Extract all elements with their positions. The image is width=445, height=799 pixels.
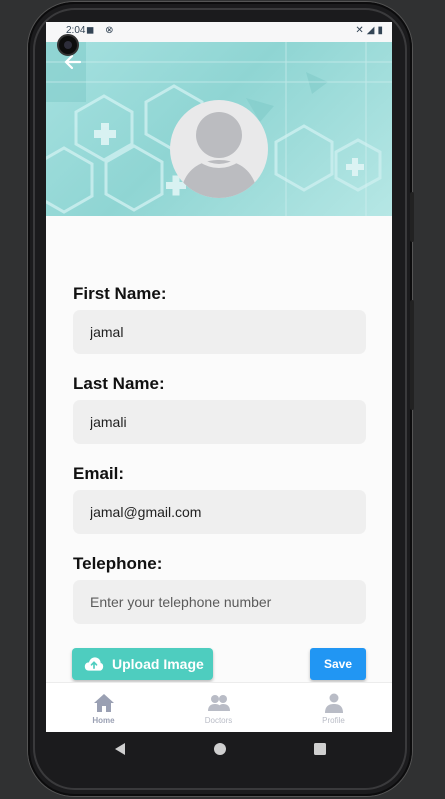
upload-image-button[interactable]: Upload Image <box>72 648 213 680</box>
email-field[interactable] <box>73 490 366 534</box>
person-icon <box>325 693 343 713</box>
recents-square-icon[interactable] <box>313 742 327 756</box>
nav-label-profile: Profile <box>322 716 345 725</box>
status-left-icons: ◼ ⊗ <box>86 25 118 36</box>
telephone-field[interactable] <box>73 580 366 624</box>
profile-form: First Name: Last Name: Email: Telephone:… <box>46 216 392 682</box>
avatar[interactable] <box>170 100 268 198</box>
telephone-label: Telephone: <box>73 554 163 573</box>
first-name-field[interactable] <box>73 310 366 354</box>
person-silhouette-icon <box>180 112 258 198</box>
last-name-label: Last Name: <box>73 374 165 393</box>
nav-label-home: Home <box>92 716 115 725</box>
last-name-field[interactable] <box>73 400 366 444</box>
back-triangle-icon[interactable] <box>113 742 127 756</box>
home-circle-icon[interactable] <box>213 742 227 756</box>
first-name-label: First Name: <box>73 284 167 303</box>
save-button[interactable]: Save <box>310 648 366 680</box>
status-bar: 2:04 ◼ ⊗ ✕◢▮ <box>46 22 392 42</box>
profile-header <box>46 42 392 216</box>
home-icon <box>94 694 114 712</box>
volume-button <box>410 192 414 242</box>
status-right-icons: ✕◢▮ <box>355 25 386 36</box>
front-camera <box>57 34 79 56</box>
app-screen: 2:04 ◼ ⊗ ✕◢▮ First Name: Last Name: Emai… <box>46 22 392 732</box>
cloud-upload-icon <box>84 657 104 671</box>
bottom-navigation: Home Doctors Profile <box>46 682 392 732</box>
upload-image-label: Upload Image <box>112 656 204 672</box>
nav-item-profile[interactable]: Profile <box>276 683 391 732</box>
nav-item-doctors[interactable]: Doctors <box>161 683 276 732</box>
nav-label-doctors: Doctors <box>204 716 233 725</box>
people-icon <box>208 695 230 711</box>
system-navigation-bar <box>46 732 392 772</box>
nav-item-home[interactable]: Home <box>46 683 161 732</box>
email-label: Email: <box>73 464 125 483</box>
power-button <box>410 300 414 410</box>
